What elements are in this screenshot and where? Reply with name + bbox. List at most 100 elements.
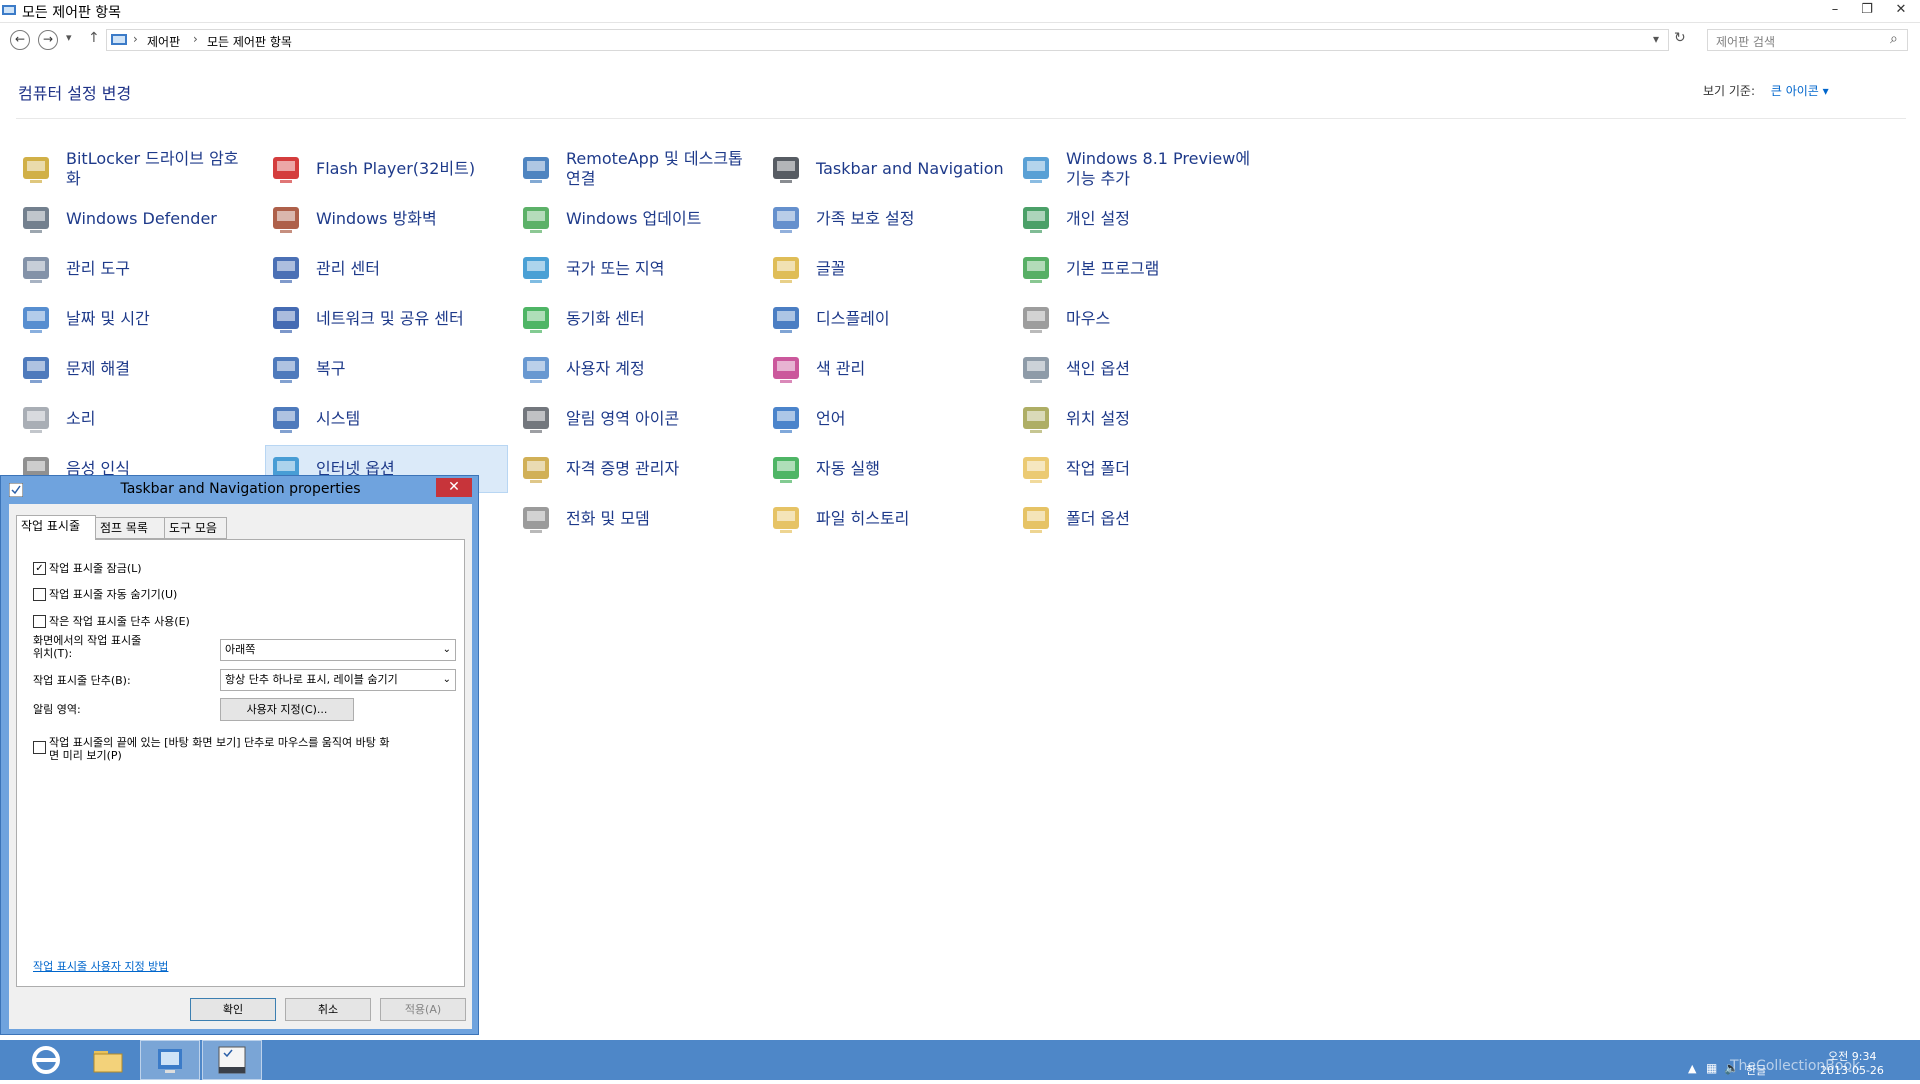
file-explorer-button[interactable] [78, 1040, 138, 1080]
breadcrumb-separator: › [133, 32, 138, 46]
search-icon[interactable]: ⌕ [1890, 31, 1898, 47]
restore-button[interactable]: ❐ [1852, 0, 1882, 21]
cp-item-region[interactable]: 국가 또는 지역 [518, 246, 763, 292]
cp-item-sync[interactable]: 동기화 센터 [518, 296, 763, 342]
address-bar[interactable]: › 제어판 › 모든 제어판 항목 ▾ [106, 29, 1669, 51]
autohide-box[interactable] [33, 587, 46, 601]
cp-item-display[interactable]: 디스플레이 [768, 296, 1013, 342]
cp-item-family[interactable]: 가족 보호 설정 [768, 196, 1013, 242]
cp-item-mouse[interactable]: 마우스 [1018, 296, 1263, 342]
forward-button[interactable]: → [38, 30, 58, 50]
folder-icon [93, 1051, 123, 1073]
ime-indicator[interactable]: 한글 [1746, 1062, 1766, 1078]
cp-item-autoplay[interactable]: 자동 실행 [768, 446, 1013, 492]
tray-arrow-icon[interactable]: ▲ [1688, 1062, 1696, 1075]
autohide-checkbox[interactable]: 작업 표시줄 자동 숨기기(U) [33, 586, 177, 602]
clock-date[interactable]: 2013-05-26 [1820, 1064, 1884, 1077]
refresh-button[interactable]: ↻ [1674, 30, 1686, 46]
cp-item-recovery[interactable]: 복구 [268, 346, 513, 392]
taskbar-properties-dialog: Taskbar and Navigation properties ✕ 작업 표… [0, 475, 479, 1035]
cp-item-add-features[interactable]: Windows 8.1 Preview에 기능 추가 [1018, 146, 1263, 192]
taskbar-icon [773, 157, 799, 183]
apply-button[interactable]: 적용(A) [380, 998, 466, 1021]
cp-item-label: Windows Defender [66, 209, 217, 228]
taskbar-properties-icon [218, 1046, 246, 1074]
ok-button[interactable]: 확인 [190, 998, 276, 1021]
work-folders-icon [1023, 457, 1049, 483]
cp-item-personalize[interactable]: 개인 설정 [1018, 196, 1263, 242]
peek-box[interactable] [33, 741, 46, 754]
clock-time[interactable]: 오전 9:34 [1828, 1048, 1876, 1064]
cancel-button[interactable]: 취소 [285, 998, 371, 1021]
network-tray-icon[interactable]: ▦ [1706, 1061, 1717, 1075]
small-buttons-label: 작은 작업 표시줄 단추 사용(E) [49, 615, 190, 628]
cp-item-datetime[interactable]: 날짜 및 시간 [18, 296, 263, 342]
cp-item-indexing[interactable]: 색인 옵션 [1018, 346, 1263, 392]
buttons-select[interactable]: 항상 단추 하나로 표시, 레이블 숨기기 ⌄ [220, 669, 456, 691]
cp-item-notification-icons[interactable]: 알림 영역 아이콘 [518, 396, 763, 442]
cp-item-system[interactable]: 시스템 [268, 396, 513, 442]
up-button[interactable]: ↑ [88, 30, 100, 46]
breadcrumb-all-items[interactable]: 모든 제어판 항목 [207, 33, 292, 50]
cp-item-firewall[interactable]: Windows 방화벽 [268, 196, 513, 242]
dialog-close-button[interactable]: ✕ [436, 478, 472, 497]
cp-item-bitlocker[interactable]: BitLocker 드라이브 암호 화 [18, 146, 263, 192]
breadcrumb-control-panel[interactable]: 제어판 [147, 33, 180, 50]
minimize-button[interactable]: – [1820, 0, 1850, 21]
admin-tools-icon [23, 257, 49, 283]
cp-item-action-center[interactable]: 관리 센터 [268, 246, 513, 292]
cp-item-fonts[interactable]: 글꼴 [768, 246, 1013, 292]
cp-item-troubleshoot[interactable]: 문제 해결 [18, 346, 263, 392]
address-dropdown-button[interactable]: ▾ [1653, 32, 1659, 46]
volume-tray-icon[interactable]: 🔈 [1724, 1061, 1739, 1075]
troubleshoot-icon [23, 357, 49, 383]
help-link[interactable]: 작업 표시줄 사용자 지정 방법 [33, 958, 168, 974]
close-window-button[interactable]: ✕ [1886, 0, 1916, 21]
view-by-dropdown[interactable]: 큰 아이콘 ▾ [1771, 84, 1829, 98]
system-tray: TheCollectionBook ▲ ▦ 🔈 한글 오전 9:34 2013-… [1688, 1040, 1920, 1080]
window-title: 모든 제어판 항목 [22, 5, 122, 21]
tab-toolbars[interactable]: 도구 모음 [164, 517, 227, 539]
cp-item-color-management[interactable]: 색 관리 [768, 346, 1013, 392]
customize-button[interactable]: 사용자 지정(C)... [220, 698, 354, 721]
recent-pages-button[interactable]: ▾ [66, 31, 72, 44]
taskbar-properties-taskbar-button[interactable] [202, 1040, 262, 1080]
dialog-body: 작업 표시줄 점프 목록 도구 모음 ✓ 작업 표시줄 잠금(L) 작업 표시줄… [9, 504, 472, 1029]
small-buttons-box[interactable] [33, 614, 46, 628]
cp-item-default-programs[interactable]: 기본 프로그램 [1018, 246, 1263, 292]
cp-item-credential[interactable]: 자격 증명 관리자 [518, 446, 763, 492]
cp-item-network[interactable]: 네트워크 및 공유 센터 [268, 296, 513, 342]
peek-checkbox[interactable]: 작업 표시줄의 끝에 있는 [바탕 화면 보기] 단추로 마우스를 움직여 바탕… [33, 736, 469, 762]
lock-taskbar-checkbox[interactable]: ✓ 작업 표시줄 잠금(L) [33, 560, 142, 576]
cp-item-user-accounts[interactable]: 사용자 계정 [518, 346, 763, 392]
cp-item-label: 색 관리 [816, 359, 866, 378]
cp-item-update[interactable]: Windows 업데이트 [518, 196, 763, 242]
cp-item-remoteapp[interactable]: RemoteApp 및 데스크톱 연결 [518, 146, 763, 192]
cp-item-label: 자격 증명 관리자 [566, 459, 680, 478]
cp-item-folder-options[interactable]: 폴더 옵션 [1018, 496, 1263, 542]
tab-jump-lists[interactable]: 점프 목록 [95, 517, 165, 539]
cp-item-taskbar[interactable]: Taskbar and Navigation [768, 146, 1013, 192]
cp-item-work-folders[interactable]: 작업 폴더 [1018, 446, 1263, 492]
lock-taskbar-box[interactable]: ✓ [33, 561, 46, 575]
location-select[interactable]: 아래쪽 ⌄ [220, 639, 456, 661]
buttons-label: 작업 표시줄 단추(B): [33, 674, 131, 687]
cp-item-language[interactable]: 언어 [768, 396, 1013, 442]
cp-item-label: 기본 프로그램 [1066, 259, 1160, 278]
cp-item-location[interactable]: 위치 설정 [1018, 396, 1263, 442]
control-panel-taskbar-button[interactable] [140, 1040, 200, 1080]
small-buttons-checkbox[interactable]: 작은 작업 표시줄 단추 사용(E) [33, 613, 190, 629]
tab-taskbar[interactable]: 작업 표시줄 [16, 515, 96, 540]
search-input[interactable]: 제어판 검색 ⌕ [1707, 29, 1908, 51]
cp-item-sound[interactable]: 소리 [18, 396, 263, 442]
cp-item-phone-modem[interactable]: 전화 및 모뎀 [518, 496, 763, 542]
ie-button[interactable] [16, 1040, 76, 1080]
cp-item-label: 국가 또는 지역 [566, 259, 665, 278]
cp-item-admin-tools[interactable]: 관리 도구 [18, 246, 263, 292]
notification-area-label: 알림 영역: [33, 703, 81, 716]
cp-item-flash[interactable]: Flash Player(32비트) [268, 146, 513, 192]
network-icon [273, 307, 299, 333]
cp-item-defender[interactable]: Windows Defender [18, 196, 263, 242]
cp-item-file-history[interactable]: 파일 히스토리 [768, 496, 1013, 542]
back-button[interactable]: ← [10, 30, 30, 50]
